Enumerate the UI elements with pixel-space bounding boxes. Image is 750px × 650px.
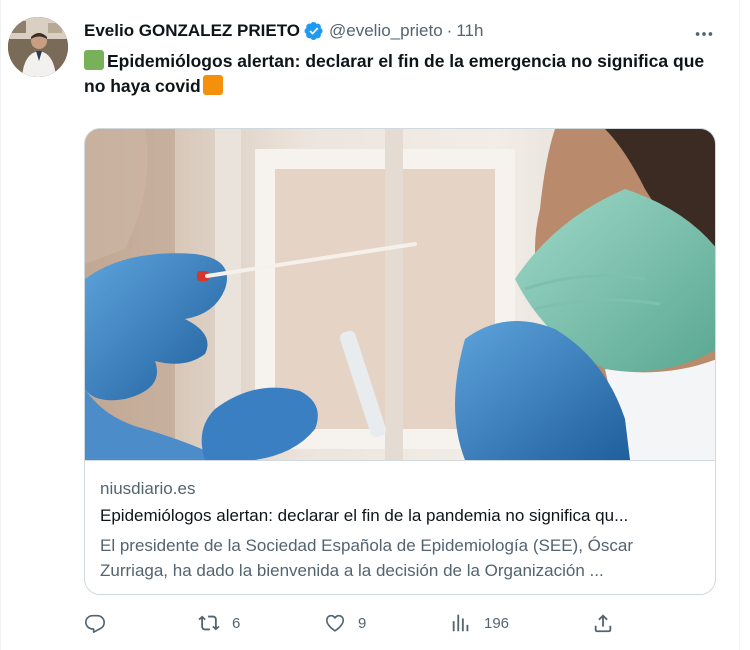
- more-options-icon[interactable]: [692, 22, 716, 46]
- avatar[interactable]: [8, 17, 68, 77]
- link-card[interactable]: niusdiario.es Epidemiólogos alertan: dec…: [84, 128, 716, 595]
- reply-button[interactable]: [84, 612, 106, 634]
- heart-icon: [325, 614, 345, 632]
- frame-border-right: [739, 0, 740, 650]
- verified-badge-icon: [304, 21, 324, 41]
- tweet-header: Evelio GONZALEZ PRIETO @evelio_prieto · …: [84, 21, 483, 41]
- separator-dot: ·: [446, 21, 453, 40]
- share-icon: [594, 614, 612, 633]
- orange-square-emoji: [202, 75, 223, 95]
- card-divider: [85, 460, 715, 461]
- views-count: 196: [484, 614, 510, 632]
- tweet[interactable]: Evelio GONZALEZ PRIETO @evelio_prieto · …: [0, 0, 750, 650]
- card-title: Epidemiólogos alertan: declarar el fin d…: [100, 506, 629, 525]
- card-description: El presidente de la Sociedad Española de…: [100, 536, 633, 580]
- frame-border-left: [0, 0, 1, 650]
- reply-icon: [85, 614, 105, 633]
- action-bar: 6 9 196: [84, 612, 724, 636]
- views-button[interactable]: 196: [450, 612, 509, 634]
- green-square-emoji: [84, 50, 104, 70]
- card-domain: niusdiario.es: [100, 479, 196, 498]
- retweet-button[interactable]: 6: [198, 612, 240, 634]
- tweet-text: Epidemiólogos alertan: declarar el fin d…: [84, 49, 724, 99]
- author-name[interactable]: Evelio GONZALEZ PRIETO: [84, 21, 300, 41]
- like-button[interactable]: 9: [324, 612, 366, 634]
- card-image[interactable]: [85, 129, 715, 460]
- like-count: 9: [358, 614, 367, 632]
- share-button[interactable]: [592, 612, 614, 634]
- author-handle[interactable]: @evelio_prieto: [329, 21, 443, 41]
- timestamp[interactable]: 11h: [456, 21, 483, 41]
- retweet-icon: [198, 615, 220, 631]
- avatar-photo: [8, 17, 68, 77]
- tweet-body: Epidemiólogos alertan: declarar el fin d…: [84, 51, 705, 96]
- retweet-count: 6: [232, 614, 241, 632]
- views-icon: [452, 614, 469, 632]
